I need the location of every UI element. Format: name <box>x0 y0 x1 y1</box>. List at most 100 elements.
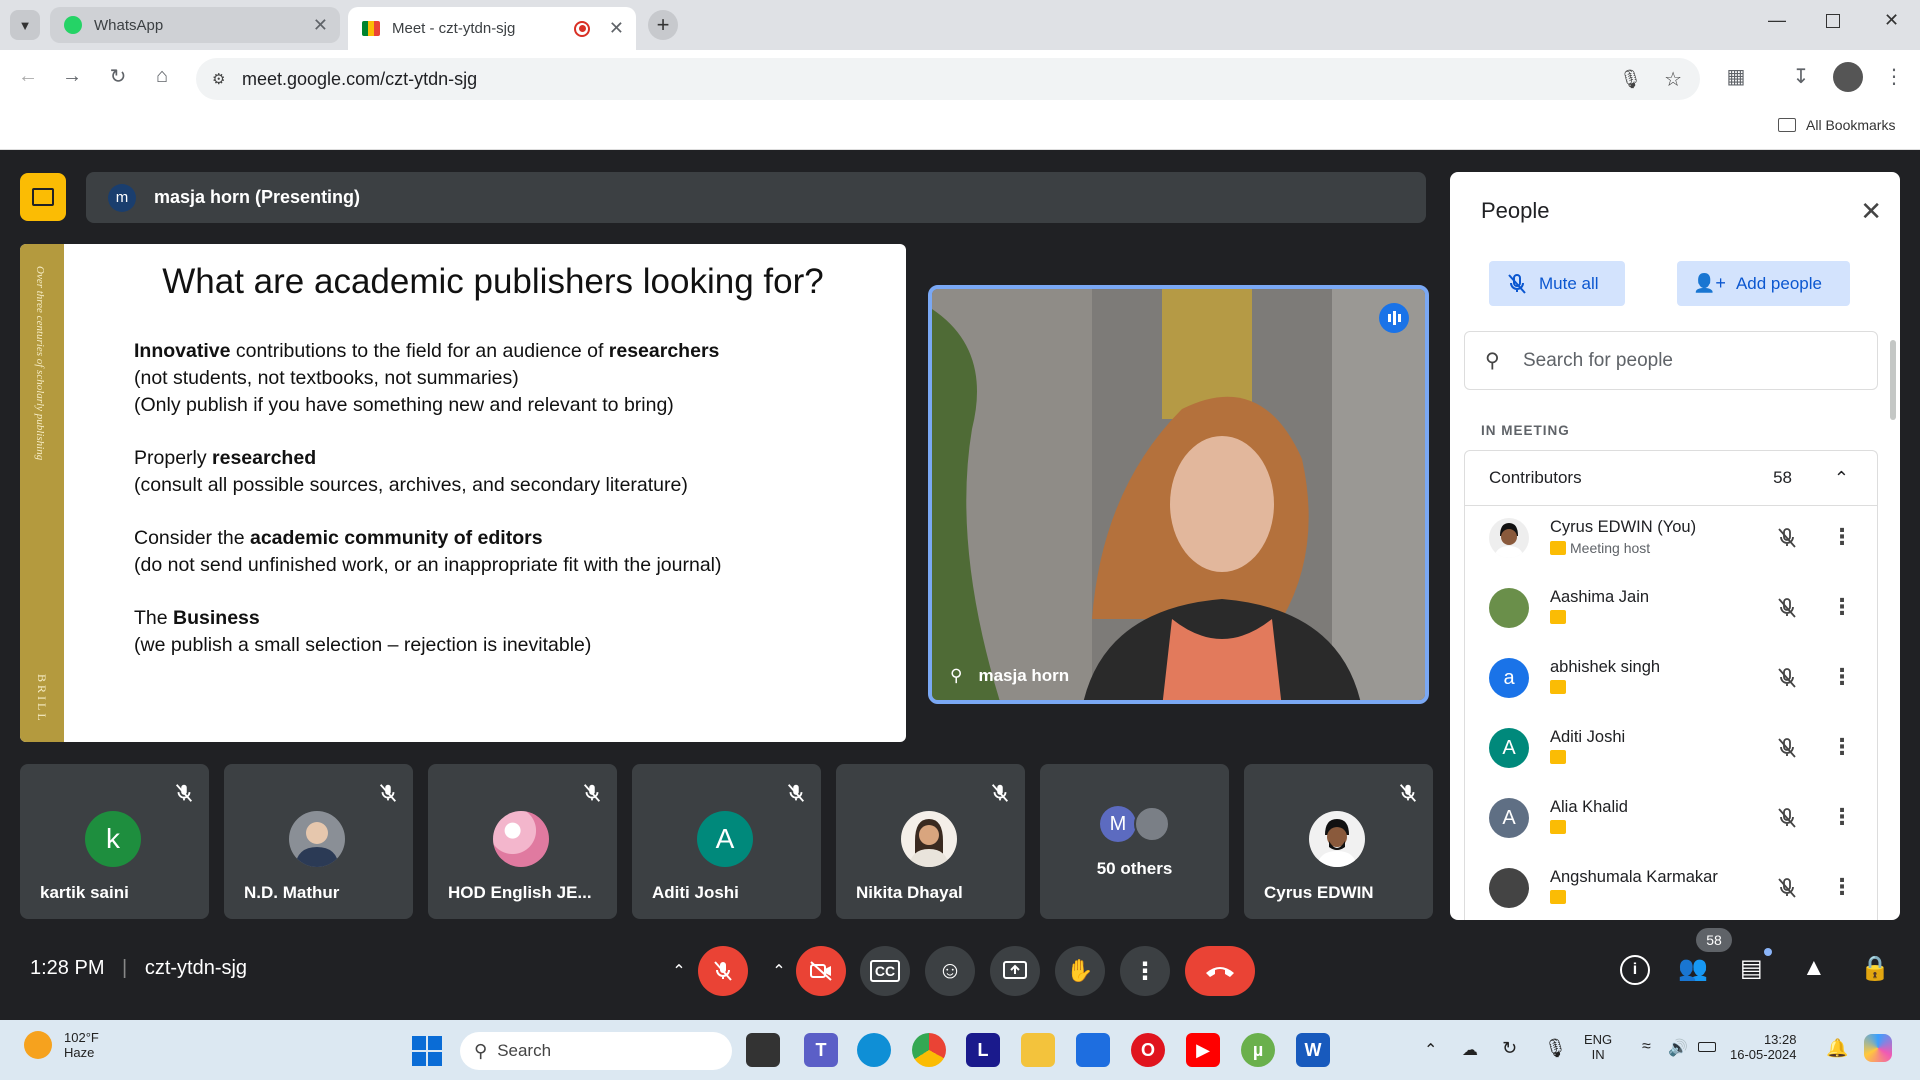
new-tab-button[interactable]: + <box>648 10 678 40</box>
notifications-icon[interactable]: 🔔 <box>1826 1038 1848 1059</box>
captions-button[interactable]: CC <box>860 946 910 996</box>
participant-tile[interactable]: N.D. Mathur <box>224 764 413 919</box>
more-options-icon[interactable]: ⋮ <box>1831 734 1853 760</box>
presentation-toggle-button[interactable] <box>20 173 66 221</box>
more-options-icon[interactable]: ⋮ <box>1831 874 1853 900</box>
word-icon[interactable]: W <box>1296 1033 1330 1067</box>
teams-icon[interactable]: T <box>804 1033 838 1067</box>
avatar <box>493 811 549 867</box>
sync-icon[interactable]: ↻ <box>1502 1038 1517 1059</box>
list-item[interactable]: A Aditi Joshi ⋮ <box>1465 716 1879 786</box>
close-tab-icon[interactable]: ✕ <box>313 15 328 36</box>
system-clock[interactable]: 13:28 16-05-2024 <box>1730 1032 1797 1062</box>
pin-icon[interactable]: ⚲ <box>950 666 962 686</box>
file-explorer-icon[interactable] <box>1021 1033 1055 1067</box>
mic-off-icon[interactable] <box>1775 596 1799 620</box>
mic-off-icon[interactable] <box>1775 806 1799 830</box>
activities-button[interactable]: ▲ <box>1802 954 1826 982</box>
more-options-icon[interactable]: ⋮ <box>1831 594 1853 620</box>
launcher-icon[interactable]: L <box>966 1033 1000 1067</box>
more-options-button[interactable]: ⋮ <box>1120 946 1170 996</box>
copilot-icon[interactable] <box>1864 1034 1892 1062</box>
people-button[interactable]: 👥 <box>1678 954 1714 984</box>
site-info-icon[interactable]: ⚙ <box>212 70 225 88</box>
download-icon[interactable]: ↧ <box>1787 62 1815 90</box>
chevron-up-icon[interactable]: ⌃ <box>1834 468 1849 489</box>
mic-off-icon[interactable] <box>1775 876 1799 900</box>
others-tile[interactable]: M 50 others <box>1040 764 1229 919</box>
youtube-icon[interactable]: ▶ <box>1186 1033 1220 1067</box>
tab-meet[interactable]: Meet - czt-ytdn-sjg ✕ <box>348 7 636 50</box>
weather-widget[interactable]: 102°F Haze <box>24 1030 99 1060</box>
wifi-icon[interactable]: ≈ <box>1642 1038 1651 1056</box>
more-options-icon[interactable]: ⋮ <box>1831 524 1853 550</box>
store-icon[interactable] <box>1076 1033 1110 1067</box>
onedrive-icon[interactable]: ☁ <box>1462 1040 1478 1060</box>
microphone-icon[interactable]: 🎙 <box>1619 69 1642 90</box>
minimize-icon[interactable]: — <box>1768 10 1786 31</box>
participant-tile[interactable]: k kartik saini <box>20 764 209 919</box>
opera-icon[interactable]: O <box>1131 1033 1165 1067</box>
edge-icon[interactable] <box>857 1033 891 1067</box>
close-window-icon[interactable]: ✕ <box>1884 10 1899 31</box>
tab-whatsapp[interactable]: WhatsApp ✕ <box>50 7 340 43</box>
list-item[interactable]: Cyrus EDWIN (You) Meeting host ⋮ <box>1465 506 1879 576</box>
hand-icon: ✋ <box>1066 958 1094 983</box>
address-bar[interactable]: ⚙ meet.google.com/czt-ytdn-sjg 🎙 ☆ <box>196 58 1700 100</box>
list-item[interactable]: Angshumala Karmakar ⋮ <box>1465 856 1879 920</box>
audio-options-button[interactable]: ⌃ <box>664 946 694 996</box>
star-icon[interactable]: ☆ <box>1664 67 1682 92</box>
taskbar-search[interactable]: ⚲ Search <box>460 1032 732 1070</box>
mic-off-icon[interactable] <box>1775 666 1799 690</box>
list-item[interactable]: Aashima Jain ⋮ <box>1465 576 1879 646</box>
forward-icon[interactable]: → <box>58 62 86 90</box>
speaker-video-tile[interactable]: ⚲ masja horn <box>928 285 1429 704</box>
volume-icon[interactable]: 🔊 <box>1668 1038 1688 1058</box>
reload-icon[interactable]: ↻ <box>104 62 132 90</box>
raise-hand-button[interactable]: ✋ <box>1055 946 1105 996</box>
tray-overflow-icon[interactable]: ⌃ <box>1424 1040 1437 1060</box>
video-options-button[interactable]: ⌃ <box>764 946 794 996</box>
battery-icon[interactable] <box>1698 1042 1716 1052</box>
close-tab-icon[interactable]: ✕ <box>609 18 624 39</box>
scrollbar[interactable] <box>1890 340 1896 420</box>
menu-icon[interactable]: ⋮ <box>1880 62 1908 90</box>
participant-tile[interactable]: Nikita Dhayal <box>836 764 1025 919</box>
language-indicator[interactable]: ENG IN <box>1584 1032 1612 1062</box>
more-options-icon[interactable]: ⋮ <box>1831 804 1853 830</box>
microphone-icon[interactable]: 🎙 <box>1544 1038 1567 1059</box>
list-item[interactable]: a abhishek singh ⋮ <box>1465 646 1879 716</box>
camera-toggle-button[interactable] <box>796 946 846 996</box>
extensions-icon[interactable]: ▦ <box>1722 62 1750 90</box>
profile-avatar[interactable] <box>1833 62 1863 92</box>
host-controls-button[interactable]: 🔒 <box>1860 954 1890 983</box>
start-button[interactable] <box>412 1036 442 1066</box>
participant-tile[interactable]: Cyrus EDWIN <box>1244 764 1433 919</box>
back-icon[interactable]: ← <box>14 62 42 90</box>
add-people-button[interactable]: 👤+ Add people <box>1677 261 1850 306</box>
mute-all-button[interactable]: Mute all <box>1489 261 1625 306</box>
mic-off-icon[interactable] <box>1775 736 1799 760</box>
restore-icon[interactable] <box>1826 14 1840 28</box>
mic-off-icon[interactable] <box>1775 526 1799 550</box>
search-people-input[interactable]: ⚲ Search for people <box>1464 331 1878 390</box>
home-icon[interactable]: ⌂ <box>148 62 176 90</box>
participant-name: Cyrus EDWIN <box>1264 883 1374 902</box>
leave-call-button[interactable] <box>1185 946 1255 996</box>
reactions-button[interactable]: ☺ <box>925 946 975 996</box>
task-view-icon[interactable] <box>746 1033 780 1067</box>
all-bookmarks-button[interactable]: All Bookmarks <box>1806 117 1895 133</box>
chat-button[interactable]: ▤ <box>1740 954 1763 983</box>
microphone-toggle-button[interactable] <box>698 946 748 996</box>
participant-tile[interactable]: A Aditi Joshi <box>632 764 821 919</box>
contributors-group-header[interactable]: Contributors 58 ⌃ <box>1464 450 1878 505</box>
close-icon[interactable]: ✕ <box>1860 196 1882 227</box>
utorrent-icon[interactable]: µ <box>1241 1033 1275 1067</box>
present-screen-button[interactable] <box>990 946 1040 996</box>
tab-search-button[interactable]: ▼ <box>10 10 40 40</box>
list-item[interactable]: A Alia Khalid ⋮ <box>1465 786 1879 856</box>
more-options-icon[interactable]: ⋮ <box>1831 664 1853 690</box>
chrome-icon[interactable] <box>912 1033 946 1067</box>
meeting-details-button[interactable]: i <box>1620 955 1650 985</box>
participant-tile[interactable]: HOD English JE... <box>428 764 617 919</box>
